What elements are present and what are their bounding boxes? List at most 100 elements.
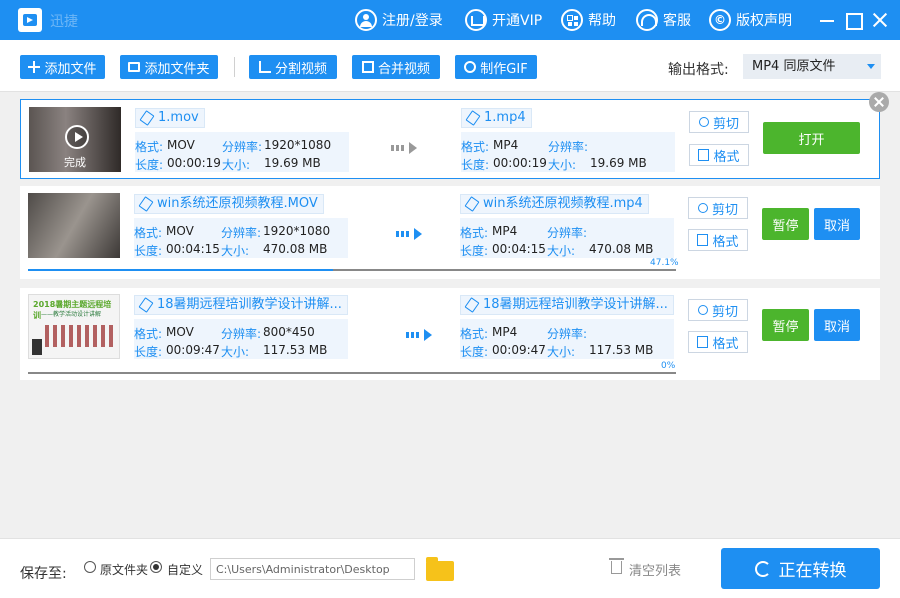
help-label: 帮助 xyxy=(588,13,616,29)
copyright-icon: © xyxy=(709,9,731,31)
thumb-image xyxy=(45,325,117,347)
source-filename[interactable]: 18暑期远程培训教学设计讲解... xyxy=(134,295,348,315)
original-folder-label: 原文件夹 xyxy=(100,563,149,577)
minimize-button[interactable] xyxy=(817,10,837,30)
vip-icon xyxy=(465,9,487,31)
format-button[interactable]: 格式 xyxy=(689,144,749,166)
close-button[interactable] xyxy=(870,10,890,30)
help-button[interactable]: 帮助 xyxy=(561,8,616,32)
crop-icon xyxy=(258,61,271,73)
save-path-input[interactable] xyxy=(210,558,415,580)
scissors-icon xyxy=(697,305,708,315)
sync-icon xyxy=(754,560,771,577)
add-file-label: 添加文件 xyxy=(44,61,97,77)
output-filename[interactable]: 1.mp4 xyxy=(461,108,532,128)
trash-icon[interactable] xyxy=(609,558,624,574)
scissors-icon xyxy=(697,203,708,213)
original-folder-radio[interactable] xyxy=(84,561,96,573)
cut-button[interactable]: 剪切 xyxy=(688,197,748,219)
output-info: 格式: MP4 分辨率: 长度: 00:00:19 大小: 19.69 MB xyxy=(461,132,675,172)
progress-percent: 0% xyxy=(661,361,676,371)
gif-icon xyxy=(464,61,477,73)
scissors-icon xyxy=(698,117,709,127)
progress-bar xyxy=(28,372,676,374)
pencil-icon xyxy=(138,196,154,212)
cancel-button[interactable]: 取消 xyxy=(814,309,860,341)
format-button[interactable]: 格式 xyxy=(688,331,748,353)
browse-folder-icon[interactable] xyxy=(426,557,454,581)
open-button[interactable]: 打开 xyxy=(763,122,860,154)
login-button[interactable]: 注册/登录 xyxy=(355,8,443,32)
split-video-button[interactable]: 分割视频 xyxy=(249,55,337,79)
toolbar-divider xyxy=(234,57,235,77)
thumb-subtitle: ——教学活动设计讲解 xyxy=(41,311,102,318)
convert-label: 正在转换 xyxy=(778,561,847,581)
convert-button[interactable]: 正在转换 xyxy=(721,548,880,589)
file-row[interactable]: win系统还原视频教程.MOV 格式: MOV 分辨率: 1920*1080 长… xyxy=(20,186,880,279)
convert-arrow-icon xyxy=(391,142,417,154)
clear-list-button[interactable]: 清空列表 xyxy=(629,560,681,579)
support-button[interactable]: 客服 xyxy=(636,8,691,32)
play-icon[interactable] xyxy=(65,125,89,149)
video-thumbnail[interactable]: 2018暑期主题远程培训 ——教学活动设计讲解 xyxy=(28,294,120,359)
output-info: 格式: MP4 分辨率: 长度: 00:09:47 大小: 117.53 MB xyxy=(460,319,674,359)
done-label: 完成 xyxy=(64,156,86,169)
save-to-label: 保存至: xyxy=(20,566,67,582)
file-row[interactable]: 完成 1.mov 格式: MOV 分辨率: 1920*1080 长度: 00:0… xyxy=(20,99,880,179)
make-gif-button[interactable]: 制作GIF xyxy=(455,55,537,79)
add-folder-button[interactable]: 添加文件夹 xyxy=(120,55,218,79)
support-label: 客服 xyxy=(663,13,691,29)
login-label: 注册/登录 xyxy=(382,13,443,29)
toolbar: 添加文件 添加文件夹 分割视频 合并视频 制作GIF 输出格式: MP4 同原文… xyxy=(0,40,900,92)
dropdown-arrow-icon xyxy=(867,64,875,69)
video-thumbnail[interactable]: 完成 xyxy=(29,107,121,172)
cancel-button[interactable]: 取消 xyxy=(814,208,860,240)
convert-arrow-icon xyxy=(396,228,422,240)
headset-icon xyxy=(636,9,658,31)
output-format-value: MP4 同原文件 xyxy=(752,59,836,74)
copyright-button[interactable]: © 版权声明 xyxy=(709,8,792,32)
vip-button[interactable]: 开通VIP xyxy=(465,8,542,32)
source-info: 格式: MOV 分辨率: 1920*1080 长度: 00:04:15 大小: … xyxy=(134,218,348,258)
split-video-label: 分割视频 xyxy=(274,61,327,77)
pencil-icon xyxy=(139,110,155,126)
folder-icon xyxy=(128,62,141,72)
output-format-select[interactable]: MP4 同原文件 xyxy=(743,54,881,79)
source-info: 格式: MOV 分辨率: 800*450 长度: 00:09:47 大小: 11… xyxy=(134,319,348,359)
output-filename[interactable]: win系统还原视频教程.mp4 xyxy=(460,194,649,214)
cut-button[interactable]: 剪切 xyxy=(688,299,748,321)
pencil-icon xyxy=(138,297,154,313)
pencil-icon xyxy=(464,297,480,313)
bottom-bar: 保存至: 原文件夹 自定义 清空列表 正在转换 xyxy=(0,538,900,598)
plus-icon xyxy=(28,61,41,73)
output-format-label: 输出格式: xyxy=(668,62,729,78)
add-file-button[interactable]: 添加文件 xyxy=(20,55,105,79)
source-filename[interactable]: win系统还原视频教程.MOV xyxy=(134,194,324,214)
merge-video-button[interactable]: 合并视频 xyxy=(352,55,440,79)
pause-button[interactable]: 暂停 xyxy=(762,208,809,240)
user-icon xyxy=(355,9,377,31)
merge-video-label: 合并视频 xyxy=(377,61,430,77)
progress-bar xyxy=(28,269,676,271)
file-row[interactable]: 2018暑期主题远程培训 ——教学活动设计讲解 18暑期远程培训教学设计讲解..… xyxy=(20,288,880,380)
progress-fill xyxy=(28,269,334,271)
copyright-label: 版权声明 xyxy=(736,13,792,29)
format-icon xyxy=(697,336,709,348)
output-info: 格式: MP4 分辨率: 长度: 00:04:15 大小: 470.08 MB xyxy=(460,218,674,258)
format-button[interactable]: 格式 xyxy=(688,229,748,251)
title-bar: 迅捷 注册/登录 开通VIP 帮助 客服 © 版权声明 xyxy=(0,0,900,40)
custom-folder-radio[interactable] xyxy=(150,561,162,573)
video-thumbnail[interactable] xyxy=(28,193,120,258)
merge-icon xyxy=(361,61,374,73)
output-filename[interactable]: 18暑期远程培训教学设计讲解... xyxy=(460,295,674,315)
pencil-icon xyxy=(465,110,481,126)
pencil-icon xyxy=(464,196,480,212)
remove-file-button[interactable] xyxy=(869,92,889,112)
pause-button[interactable]: 暂停 xyxy=(762,309,809,341)
cut-button[interactable]: 剪切 xyxy=(689,111,749,133)
thumb-speaker xyxy=(32,339,42,355)
custom-folder-label: 自定义 xyxy=(167,563,204,577)
maximize-button[interactable] xyxy=(843,10,863,30)
progress-percent: 47.1% xyxy=(650,258,679,268)
source-filename[interactable]: 1.mov xyxy=(135,108,205,128)
